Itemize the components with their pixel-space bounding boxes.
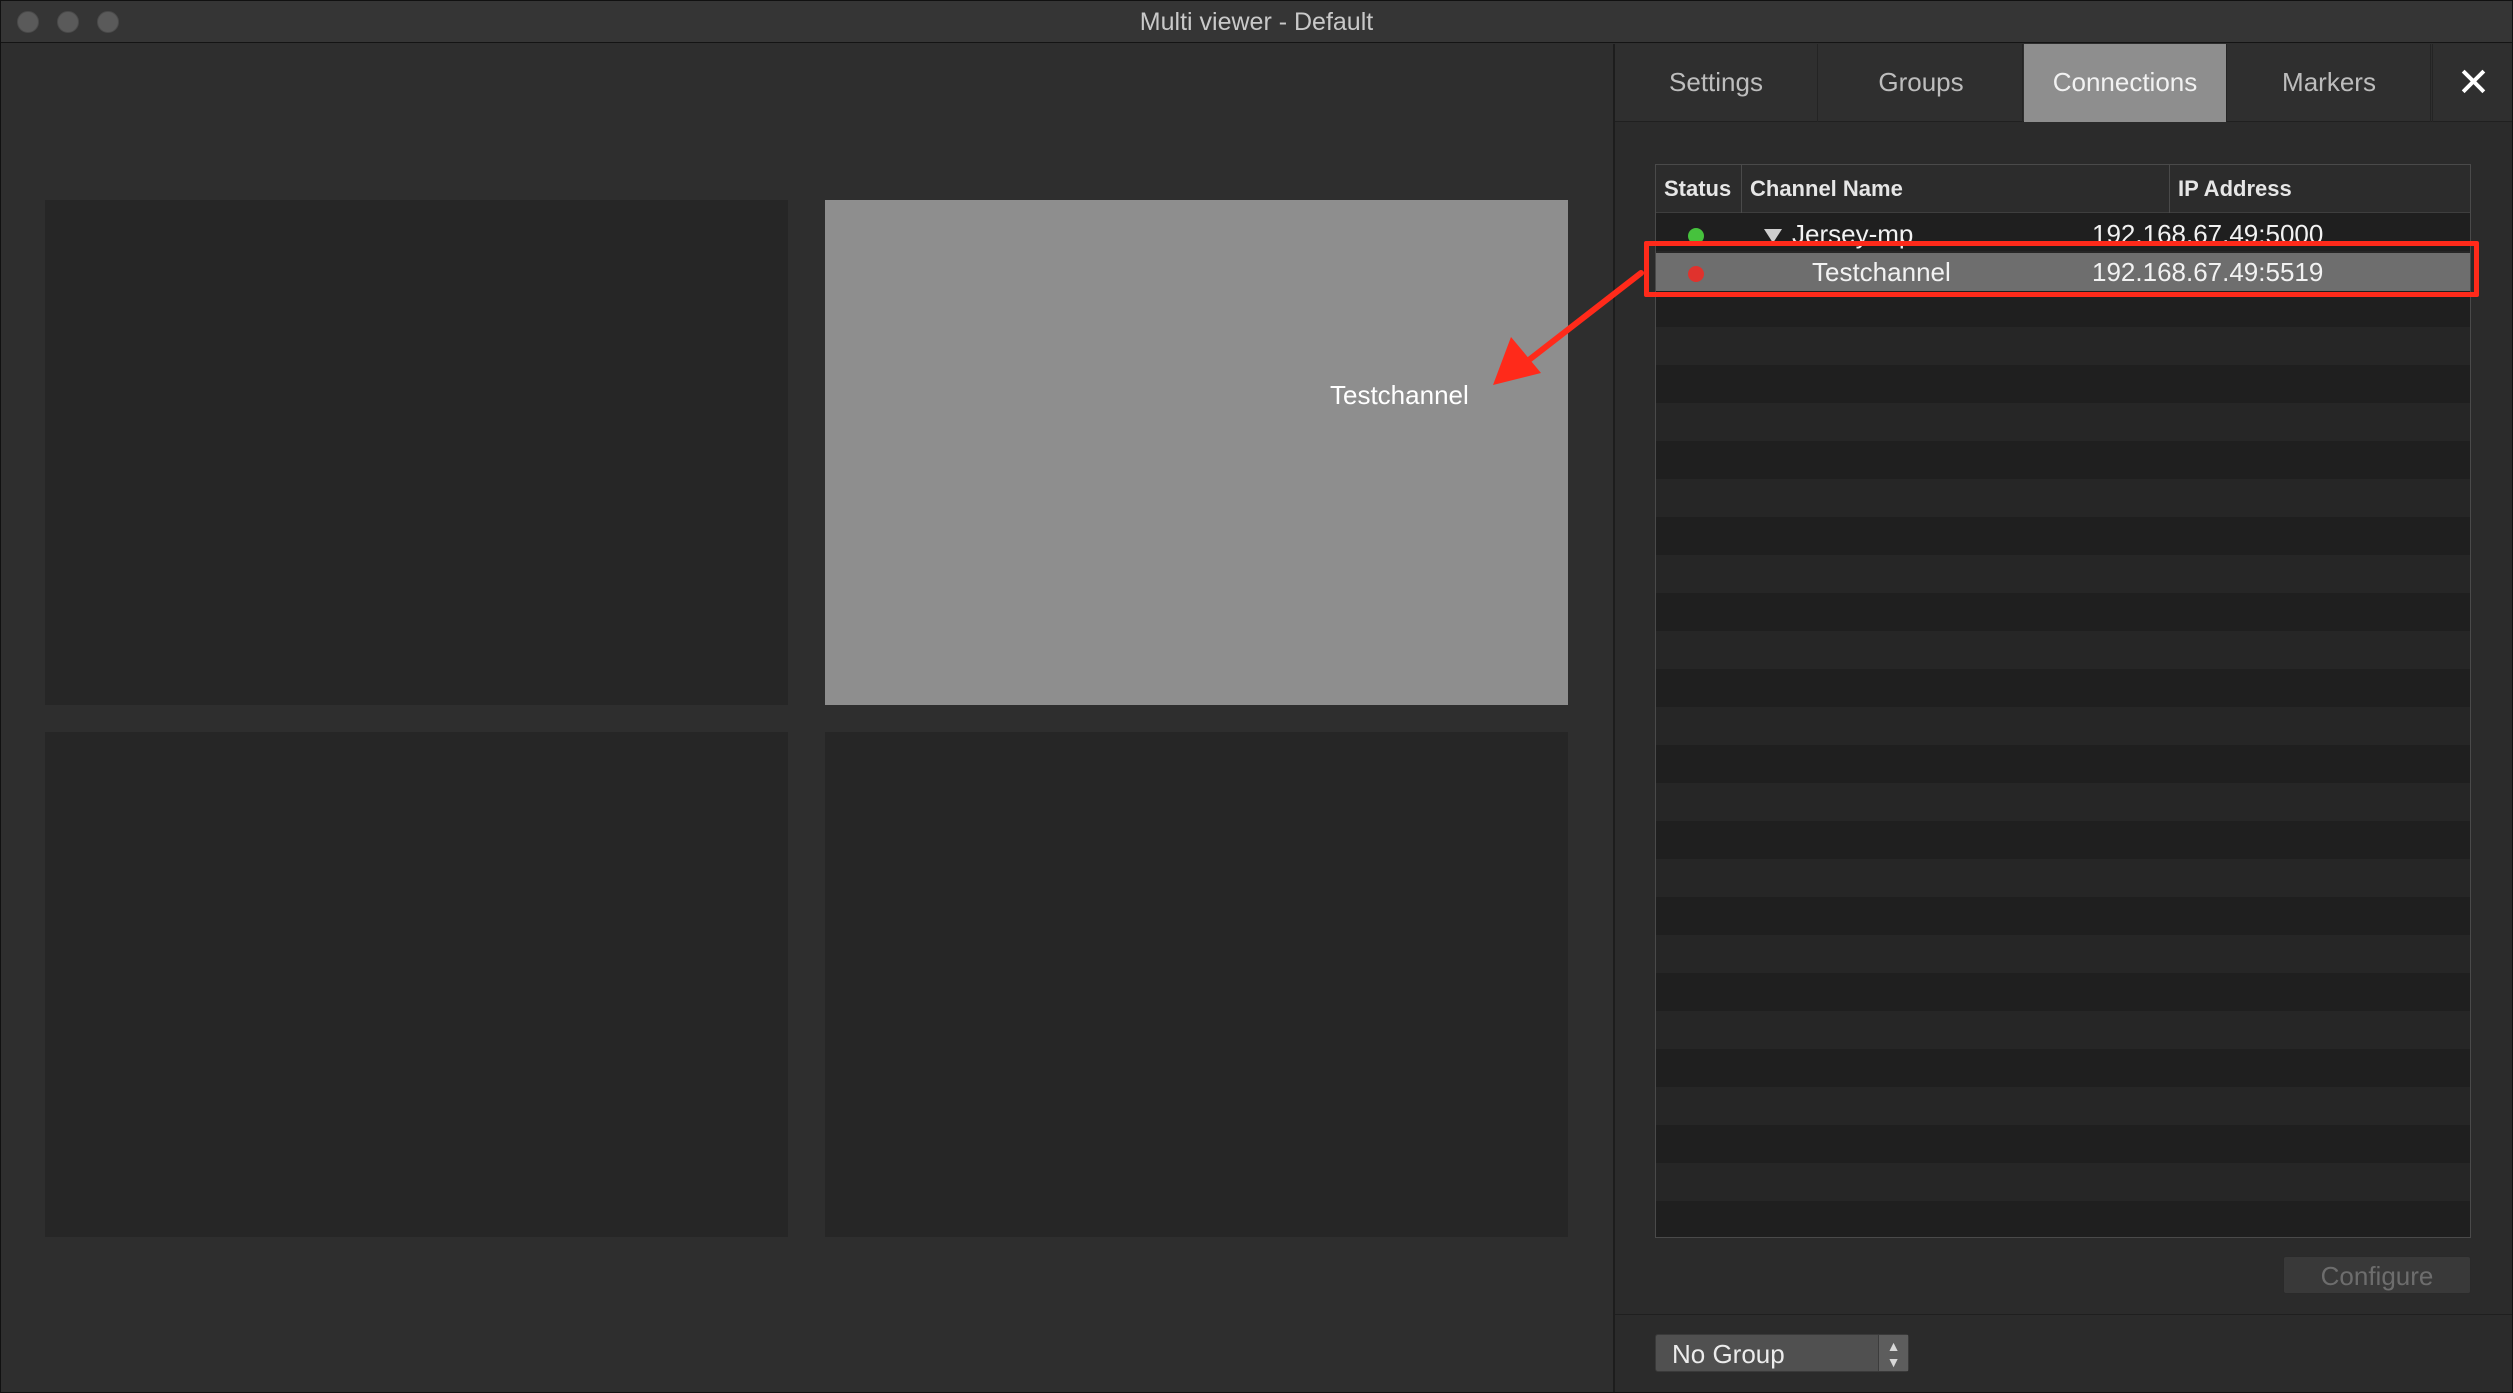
table-header: Status Channel Name IP Address xyxy=(1656,165,2470,213)
column-header-ip-address[interactable]: IP Address xyxy=(2170,165,2470,213)
tab-settings[interactable]: Settings xyxy=(1615,44,1818,122)
ip-address-cell: 192.168.67.49:5000 xyxy=(2092,219,2324,249)
channel-name-cell: Testchannel xyxy=(1812,257,1951,287)
group-select-value: No Group xyxy=(1672,1339,1785,1369)
tab-groups[interactable]: Groups xyxy=(1820,44,2023,122)
tab-connections[interactable]: Connections xyxy=(2024,44,2227,122)
configure-button[interactable]: Configure xyxy=(2283,1256,2471,1294)
table-body xyxy=(1656,213,2470,1237)
channel-name: Jersey-mp xyxy=(1792,219,1914,249)
side-panel: Settings Groups Connections Markers ✕ St… xyxy=(1613,44,2512,1392)
window-title: Multi viewer - Default xyxy=(1139,8,1374,36)
tile-channel-label: Testchannel xyxy=(1330,380,1469,410)
select-arrows-icon: ▲ ▼ xyxy=(1878,1335,1908,1371)
column-header-status[interactable]: Status xyxy=(1656,165,1742,213)
divider xyxy=(1615,1314,2512,1315)
viewer-grid: Testchannel xyxy=(1,44,1613,1392)
multi-viewer-window: Multi viewer - Default Testchannel Setti… xyxy=(0,0,2513,1393)
viewer-tile-3[interactable] xyxy=(45,732,788,1237)
viewer-tile-4[interactable] xyxy=(825,732,1568,1237)
tab-bar: Settings Groups Connections Markers ✕ xyxy=(1615,44,2512,122)
title-bar: Multi viewer - Default xyxy=(1,1,2512,43)
status-online-icon xyxy=(1688,228,1704,244)
table-row-selected[interactable]: Testchannel 192.168.67.49:5519 xyxy=(1656,253,2470,291)
ip-address-cell: 192.168.67.49:5519 xyxy=(2092,257,2324,287)
channel-name-cell: Jersey-mp xyxy=(1764,215,1913,253)
group-select[interactable]: No Group ▲ ▼ xyxy=(1655,1334,1909,1372)
viewer-tile-2[interactable]: Testchannel xyxy=(825,200,1568,705)
disclosure-triangle-icon[interactable] xyxy=(1764,229,1782,244)
close-panel-icon[interactable]: ✕ xyxy=(2432,44,2512,122)
tab-markers[interactable]: Markers xyxy=(2228,44,2431,122)
status-offline-icon xyxy=(1688,266,1704,282)
viewer-tile-1[interactable] xyxy=(45,200,788,705)
column-header-channel-name[interactable]: Channel Name xyxy=(1742,165,2170,213)
table-row[interactable]: Jersey-mp 192.168.67.49:5000 xyxy=(1656,215,2470,253)
connections-table: Status Channel Name IP Address Jersey-mp… xyxy=(1655,164,2471,1238)
